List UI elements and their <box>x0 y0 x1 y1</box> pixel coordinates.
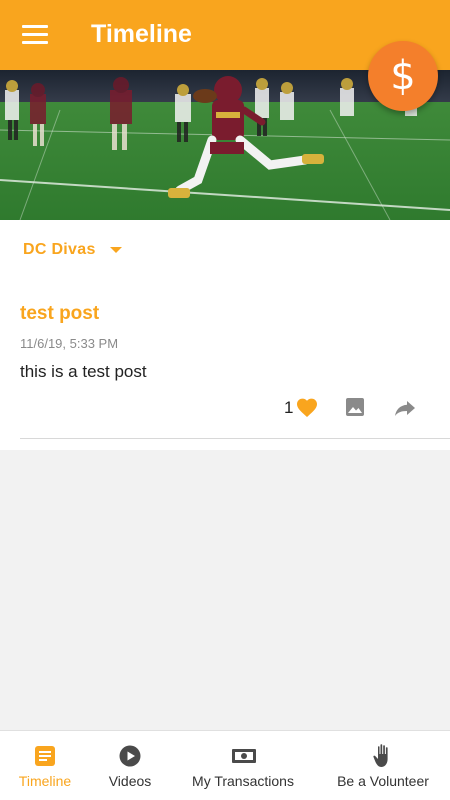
hamburger-icon-line <box>22 33 48 36</box>
post-card: test post 11/6/19, 5:33 PM this is a tes… <box>0 300 450 440</box>
nav-label-my-transactions: My Transactions <box>192 773 294 789</box>
hamburger-icon-line <box>22 41 48 44</box>
nav-label-timeline: Timeline <box>18 773 72 789</box>
share-icon[interactable] <box>394 397 416 417</box>
dollar-icon: $ <box>390 53 416 99</box>
like-count: 1 <box>284 398 294 417</box>
hamburger-icon-line <box>22 25 48 28</box>
nav-label-be-a-volunteer: Be a Volunteer <box>337 773 429 789</box>
play-icon <box>119 745 141 767</box>
donate-button[interactable]: $ <box>368 41 438 111</box>
post-body: this is a test post <box>20 362 147 381</box>
money-icon <box>232 749 256 763</box>
timeline-icon <box>35 746 55 766</box>
post-title: test post <box>20 303 100 324</box>
nav-item-my-transactions[interactable]: My Transactions <box>175 731 315 800</box>
nav-item-be-a-volunteer[interactable]: Be a Volunteer <box>325 731 450 800</box>
post-timestamp: 11/6/19, 5:33 PM <box>20 336 119 351</box>
team-dropdown-label: DC Divas <box>23 241 96 258</box>
nav-item-timeline[interactable]: Timeline <box>0 731 90 800</box>
chevron-down-icon <box>109 247 122 253</box>
bottom-navigation: Timeline Videos My Transactions Be a Vol… <box>0 730 450 800</box>
divider <box>20 438 450 439</box>
nav-label-videos: Videos <box>108 773 152 789</box>
menu-button[interactable] <box>22 25 48 45</box>
image-icon[interactable] <box>345 397 365 417</box>
nav-item-videos[interactable]: Videos <box>90 731 170 800</box>
heart-icon[interactable] <box>295 396 319 418</box>
post-actions: 1 <box>280 396 420 418</box>
page-title: Timeline <box>91 20 192 48</box>
timeline-content: DC Divas test post 11/6/19, 5:33 PM this… <box>0 220 450 450</box>
hand-icon <box>373 744 388 767</box>
team-dropdown[interactable]: DC Divas <box>23 239 122 261</box>
